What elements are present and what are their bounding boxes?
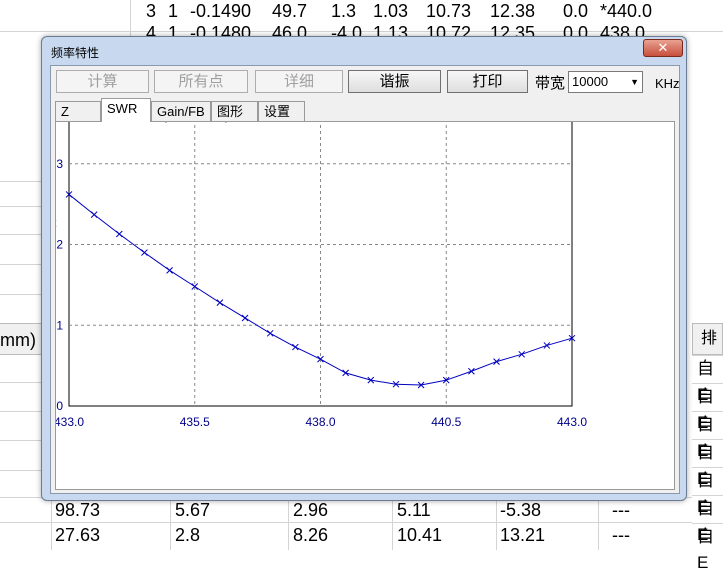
table-cell: 2.96	[293, 500, 329, 520]
bandwidth-value: 10000	[572, 74, 609, 89]
y-tick-label: 1.2	[56, 238, 63, 252]
details-button[interactable]: 详细	[255, 70, 343, 93]
grid-line	[0, 411, 42, 412]
tab-settings[interactable]: 设置	[258, 101, 305, 121]
grid-line	[496, 497, 497, 550]
close-button[interactable]: ✕	[643, 39, 683, 57]
grid-line	[0, 234, 42, 235]
grid-line	[0, 294, 42, 295]
frequency-dialog: 频率特性 ✕ 计算 所有点 详细 谐振 打印 带宽 10000 ▼ KHz Z …	[41, 36, 687, 501]
table-cell: 13.21	[500, 525, 546, 545]
y-tick-label: 1.0	[56, 399, 63, 413]
side-column-header: 排	[692, 323, 723, 355]
y-axis-label: SWR	[56, 216, 57, 230]
dialog-title: 频率特性	[51, 46, 100, 60]
all-points-button[interactable]: 所有点	[154, 70, 248, 93]
column-header: mm)	[0, 323, 42, 355]
side-column-header-label: 排	[701, 330, 718, 347]
table-cell: 49.7	[272, 1, 308, 21]
bandwidth-unit: KHz	[655, 76, 680, 91]
side-cell: 自 E	[692, 495, 723, 544]
x-tick-label: 440.5	[431, 415, 461, 429]
table-cell: 10.73	[426, 1, 472, 21]
table-cell: 1	[168, 1, 179, 21]
table-cell: 10.41	[397, 525, 443, 545]
table-cell: *440.0	[600, 1, 653, 21]
swr-panel: 433.0435.5438.0440.5443.01.01.11.21.31.4…	[55, 121, 675, 490]
table-cell: 5.11	[397, 500, 431, 520]
table-cell: -0.1490	[190, 1, 252, 21]
table-cell: 5.67	[175, 500, 211, 520]
side-cell: 自 E	[692, 355, 723, 404]
table-cell: 1.3	[331, 1, 357, 21]
print-button[interactable]: 打印	[447, 70, 528, 93]
tab-graph[interactable]: 图形	[211, 101, 258, 121]
swr-chart: 433.0435.5438.0440.5443.01.01.11.21.31.4…	[56, 122, 587, 429]
x-tick-label: 433.0	[56, 415, 84, 429]
grid-line	[392, 497, 393, 550]
tab-swr[interactable]: SWR	[101, 98, 151, 122]
dialog-client: 计算 所有点 详细 谐振 打印 带宽 10000 ▼ KHz Z SWR Gai…	[50, 65, 680, 494]
y-tick-label: 1.1	[56, 318, 63, 332]
tab-z[interactable]: Z	[55, 101, 101, 121]
side-cell: 自 E	[692, 411, 723, 460]
grid-line	[51, 497, 52, 550]
bandwidth-select[interactable]: 10000 ▼	[568, 71, 643, 93]
table-cell: 3	[146, 1, 157, 21]
grid-line	[0, 440, 42, 441]
table-cell: 2.8	[175, 525, 201, 545]
column-header-label: mm)	[0, 330, 36, 350]
grid-line	[130, 0, 131, 40]
grid-line	[0, 522, 692, 523]
grid-line	[170, 497, 171, 550]
table-cell: 0.0	[563, 1, 589, 21]
table-cell: 1.03	[373, 1, 409, 21]
grid-line	[0, 181, 42, 182]
resonance-button[interactable]: 谐振	[348, 70, 441, 93]
bandwidth-annotation: Bw 71496.0 kHz (SWR < 2.0)	[72, 122, 229, 123]
grid-line	[598, 497, 599, 550]
y-tick-label: 1.3	[56, 157, 63, 171]
side-cell: 自 E	[692, 523, 723, 572]
table-cell: 8.26	[293, 525, 329, 545]
table-cell: 12.38	[490, 1, 536, 21]
table-cell: 98.73	[55, 500, 101, 520]
tab-gain-fb[interactable]: Gain/FB	[151, 101, 211, 121]
chevron-down-icon: ▼	[630, 77, 639, 87]
side-cell: 自 E	[692, 383, 723, 432]
side-cell: 自 E	[692, 467, 723, 516]
side-cell: 自 E	[692, 439, 723, 488]
grid-line	[0, 470, 42, 471]
table-cell: ---	[612, 525, 630, 545]
table-cell: 27.63	[55, 525, 101, 545]
calculate-button[interactable]: 计算	[56, 70, 149, 93]
grid-line	[0, 264, 42, 265]
table-cell: ---	[612, 500, 630, 520]
x-tick-label: 438.0	[305, 415, 335, 429]
grid-line	[0, 206, 42, 207]
bandwidth-label: 带宽	[535, 75, 566, 92]
close-icon: ✕	[657, 40, 669, 55]
grid-line	[288, 497, 289, 550]
table-cell: -5.38	[500, 500, 542, 520]
x-tick-label: 435.5	[180, 415, 210, 429]
grid-line	[0, 382, 42, 383]
x-tick-label: 443.0	[557, 415, 587, 429]
